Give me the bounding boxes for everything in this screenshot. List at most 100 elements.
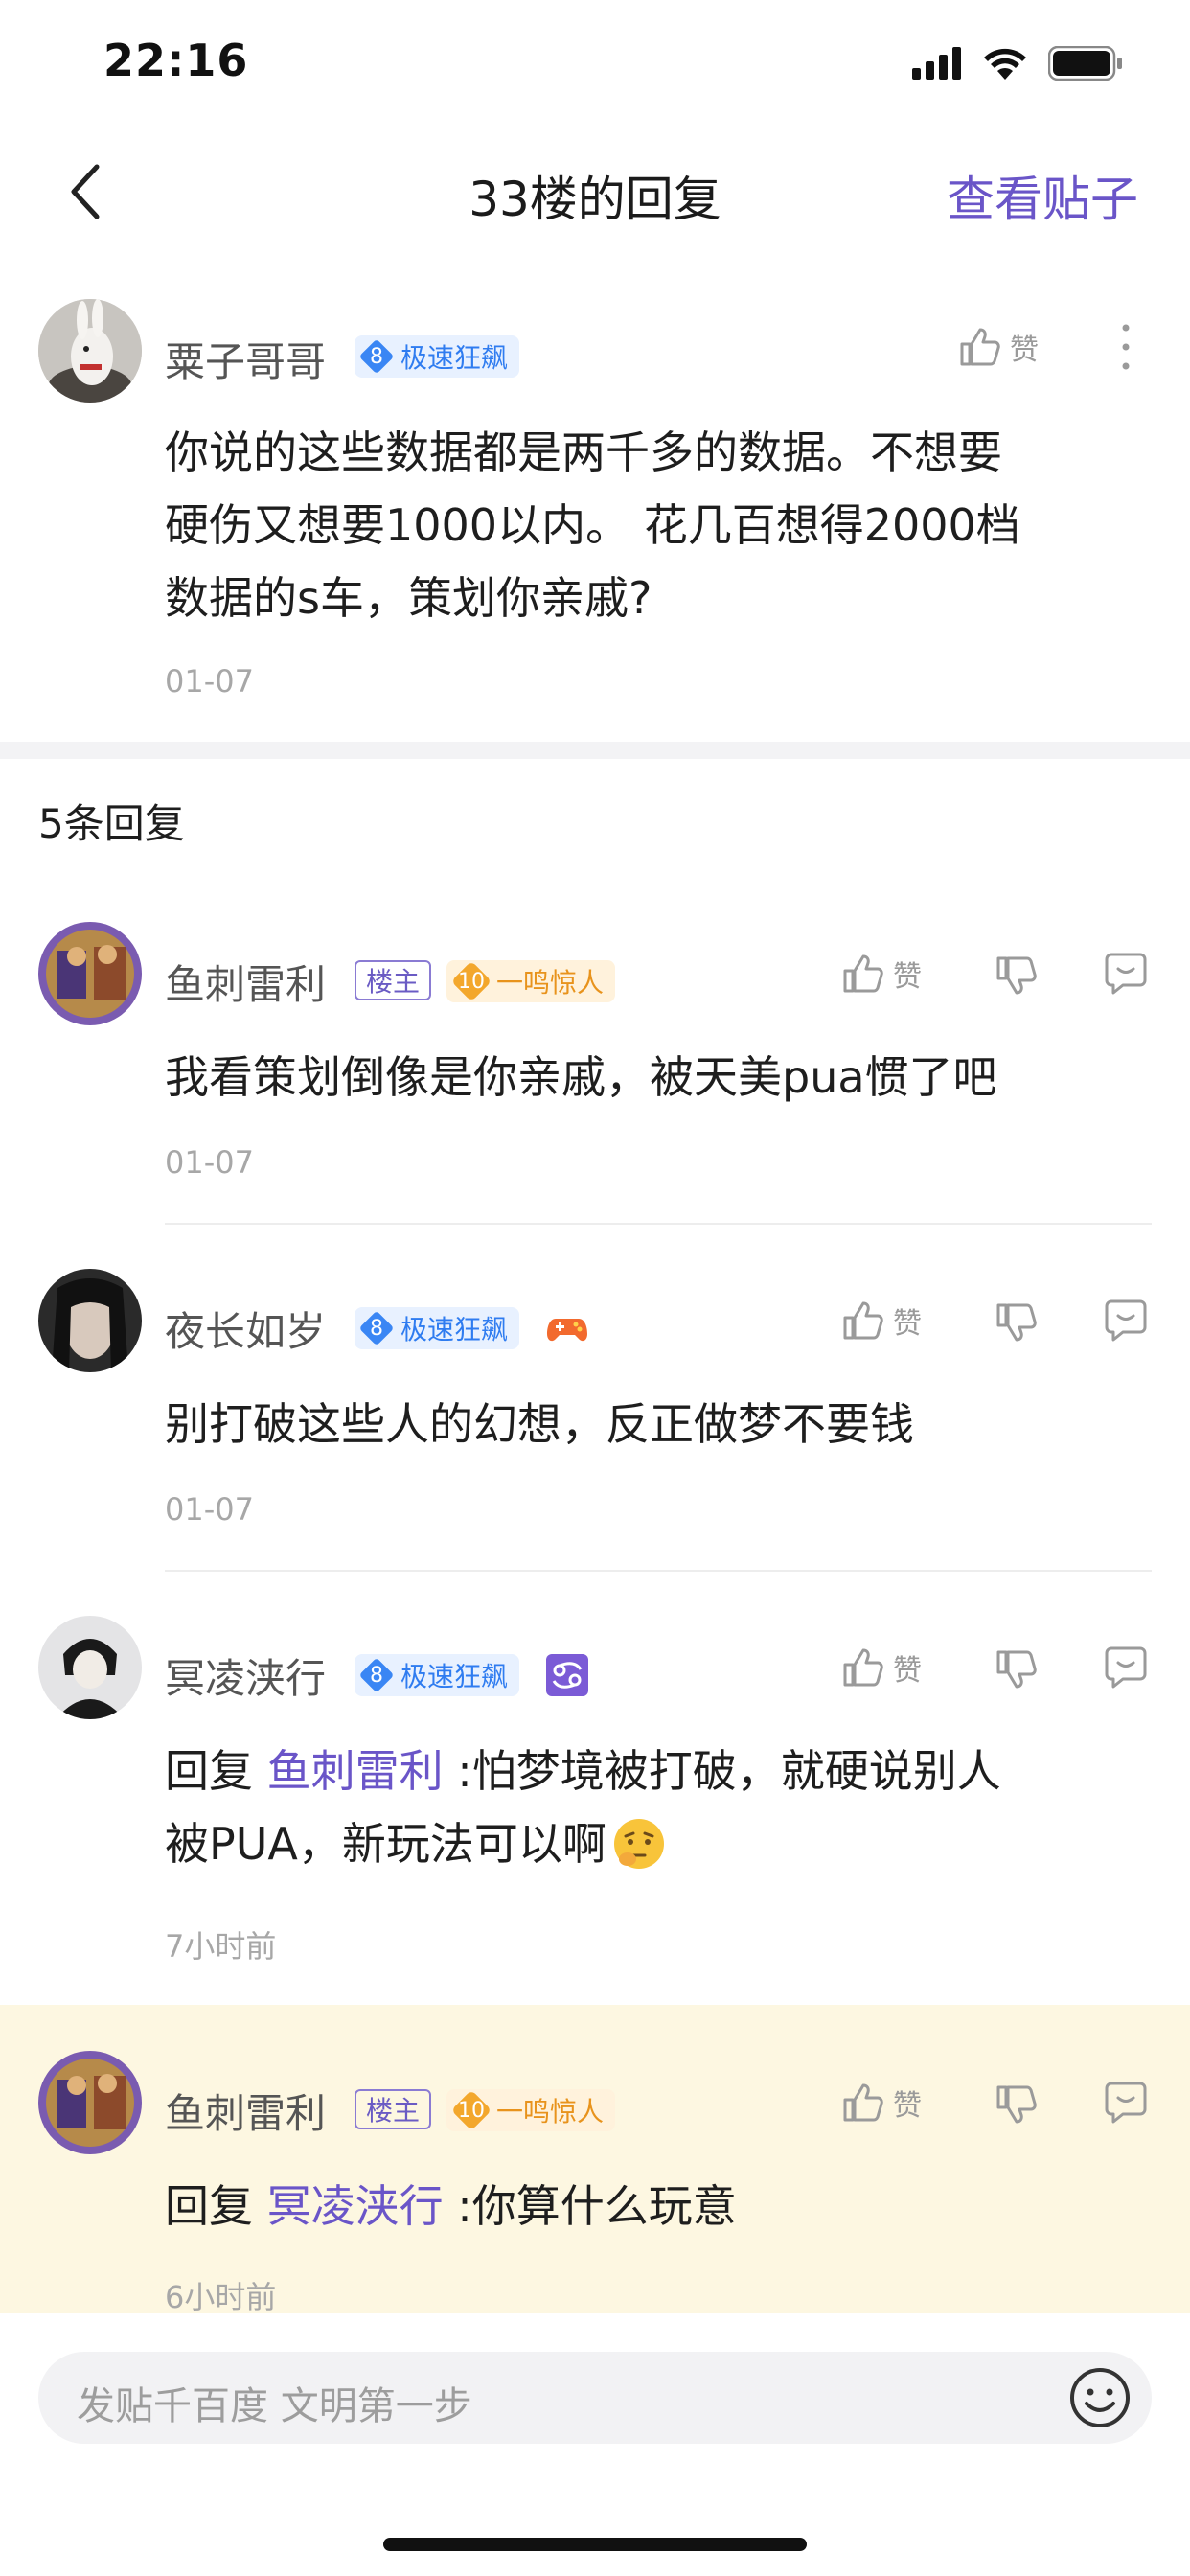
highlighted-reply-background [0, 2005, 1190, 2313]
owner-tag: 楼主 [355, 960, 432, 1000]
badge-title: 极速狂飙 [400, 342, 509, 374]
divider [165, 1570, 1152, 1572]
level-number: 8 [370, 344, 383, 369]
status-time: 22:16 [103, 34, 249, 86]
like-button[interactable]: 赞 [841, 1646, 922, 1689]
level-diamond-icon: 8 [358, 1657, 395, 1693]
username[interactable]: 鱼刺雷利 [165, 953, 326, 1011]
level-number: 8 [370, 1316, 383, 1341]
level-hexagon-icon: 10 [450, 2089, 492, 2131]
comment-button[interactable] [1104, 2080, 1148, 2124]
reply-prefix: 回复 [165, 1745, 267, 1797]
reply-text: 我看策划倒像是你亲戚，被天美pua惯了吧 [165, 1051, 997, 1103]
replies-count: 5条回复 [38, 800, 185, 847]
avatar[interactable] [38, 2051, 142, 2154]
status-bar: 22:16 [0, 0, 1190, 134]
reply-date: 01-07 [165, 1144, 254, 1181]
level-number: 10 [458, 969, 485, 994]
avatar-image [38, 1616, 142, 1719]
username[interactable]: 夜长如岁 [165, 1300, 326, 1358]
comment-button[interactable] [1104, 951, 1148, 995]
reply-text-content: 被PUA，新玩法可以啊 [165, 1818, 606, 1870]
thumbs-up-icon [843, 1301, 883, 1340]
thumbs-up-icon [960, 328, 1000, 366]
like-label: 赞 [893, 1654, 922, 1688]
comment-button[interactable] [1104, 1298, 1148, 1342]
reply-date: 6小时前 [165, 2279, 277, 2315]
like-label: 赞 [1010, 334, 1039, 367]
level-badge: 8 极速狂飙 [355, 335, 520, 378]
comment-icon [1105, 1646, 1147, 1689]
reply-to-user-link[interactable]: 鱼刺雷利 [267, 1745, 444, 1797]
reply-date: 7小时前 [165, 1928, 277, 1965]
badge-title: 一鸣惊人 [496, 2096, 605, 2128]
reply-text-content: :你算什么玩意 [443, 2180, 737, 2232]
reply-text-line: 回复 鱼刺雷利 :怕梦境被打破，就硬说别人 [165, 1735, 1001, 1807]
avatar-image [38, 922, 142, 1025]
dislike-button[interactable] [995, 1301, 1037, 1344]
level-badge: 10 一鸣惊人 [446, 960, 616, 1002]
like-label: 赞 [893, 2089, 922, 2123]
like-label: 赞 [893, 960, 922, 994]
post-date: 01-07 [165, 663, 254, 700]
comment-icon [1105, 2082, 1147, 2124]
post-text-line: 你说的这些数据都是两千多的数据。不想要 [165, 426, 1002, 478]
thumbs-up-icon [843, 1648, 883, 1687]
comment-input[interactable]: 发贴千百度 文明第一步 [38, 2352, 1152, 2444]
reply-text: 别打破这些人的幻想，反正做梦不要钱 [165, 1398, 914, 1450]
view-post-link[interactable]: 查看贴子 [947, 161, 1138, 230]
gamepad-badge-icon [546, 1307, 588, 1349]
reply-date: 01-07 [165, 1491, 254, 1528]
badge-title: 极速狂飙 [400, 1661, 509, 1692]
avatar-image [38, 1269, 142, 1372]
level-badge: 8 极速狂飙 [355, 1654, 520, 1696]
thumbs-up-icon [843, 954, 883, 993]
username[interactable]: 鱼刺雷利 [165, 2082, 326, 2140]
reply-text: 回复 冥凌浃行 :你算什么玩意 [165, 2170, 737, 2242]
post-text: 你说的这些数据都是两千多的数据。不想要 硬伤又想要1000以内。 花几百想得20… [165, 416, 1020, 634]
dislike-button[interactable] [995, 2083, 1037, 2126]
reply-text: 回复 鱼刺雷利 :怕梦境被打破，就硬说别人 被PUA，新玩法可以啊 [165, 1735, 1001, 1880]
dislike-button[interactable] [995, 1648, 1037, 1690]
emoji-button[interactable] [1067, 2365, 1133, 2430]
avatar[interactable] [38, 299, 142, 402]
cellular-signal-icon [912, 47, 961, 80]
reply-text-content: :怕梦境被打破，就硬说别人 [443, 1745, 1001, 1797]
avatar[interactable] [38, 1616, 142, 1719]
owner-tag: 楼主 [355, 2089, 432, 2129]
comment-icon [1105, 1300, 1147, 1342]
level-badge: 8 极速狂飙 [355, 1307, 520, 1349]
thinking-emoji-icon [613, 1819, 664, 1869]
post-text-line: 硬伤又想要1000以内。 花几百想得2000档 [165, 499, 1020, 551]
avatar[interactable] [38, 922, 142, 1025]
reply-to-user-link[interactable]: 冥凌浃行 [267, 2180, 444, 2232]
like-button[interactable]: 赞 [958, 326, 1039, 368]
dislike-button[interactable] [995, 954, 1037, 997]
level-number: 8 [370, 1663, 383, 1688]
username[interactable]: 冥凌浃行 [165, 1646, 326, 1705]
thumbs-down-icon [996, 2085, 1037, 2124]
reply-prefix: 回复 [165, 2180, 267, 2232]
badge-title: 极速狂飙 [400, 1314, 509, 1346]
section-divider [0, 742, 1190, 759]
comment-icon [1105, 953, 1147, 995]
post-text-line: 数据的s车，策划你亲戚? [165, 572, 652, 624]
level-diamond-icon: 8 [358, 338, 395, 375]
like-button[interactable]: 赞 [841, 2082, 922, 2124]
thumbs-up-icon [843, 2083, 883, 2122]
thumbs-down-icon [996, 1650, 1037, 1689]
comment-button[interactable] [1104, 1644, 1148, 1689]
like-button[interactable]: 赞 [841, 1300, 922, 1342]
wifi-icon [984, 48, 1026, 80]
input-placeholder: 发贴千百度 文明第一步 [77, 2384, 472, 2428]
avatar-image [38, 2051, 142, 2154]
level-number: 10 [458, 2098, 485, 2123]
like-button[interactable]: 赞 [841, 953, 922, 995]
username[interactable]: 粟子哥哥 [165, 330, 326, 388]
more-options-button[interactable] [1111, 320, 1140, 374]
navigation-bar: 33楼的回复 查看贴子 [0, 134, 1190, 249]
avatar[interactable] [38, 1269, 142, 1372]
like-label: 赞 [893, 1307, 922, 1341]
divider [165, 1223, 1152, 1225]
reply-text-line: 被PUA，新玩法可以啊 [165, 1807, 1001, 1880]
